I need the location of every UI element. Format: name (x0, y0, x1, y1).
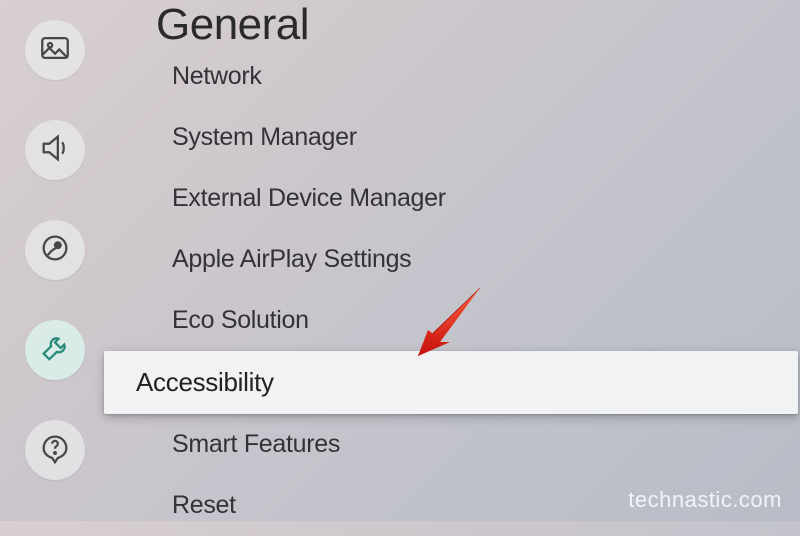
main-panel: General Network System Manager External … (110, 0, 800, 521)
speaker-icon (38, 131, 72, 170)
satellite-icon (38, 231, 72, 270)
sidebar-item-general[interactable] (25, 320, 85, 380)
menu-item-smart-features[interactable]: Smart Features (110, 414, 800, 475)
menu-item-label: Accessibility (136, 367, 274, 397)
menu-item-external-device-manager[interactable]: External Device Manager (110, 168, 800, 229)
sidebar-item-broadcasting[interactable] (25, 220, 85, 280)
sidebar-item-support[interactable] (25, 420, 85, 480)
menu-item-system-manager[interactable]: System Manager (110, 107, 800, 168)
sidebar-item-picture[interactable] (25, 20, 85, 80)
support-icon (38, 431, 72, 470)
menu-item-label: Network (172, 62, 262, 90)
menu-item-label: System Manager (172, 123, 357, 151)
picture-icon (38, 31, 72, 70)
menu-item-label: Eco Solution (172, 306, 309, 334)
menu-item-label: External Device Manager (172, 184, 446, 212)
menu-item-label: Reset (172, 491, 236, 519)
sidebar-item-sound[interactable] (25, 120, 85, 180)
watermark: technastic.com (628, 487, 782, 513)
annotation-arrow (410, 282, 490, 362)
page-title: General (110, 0, 800, 50)
wrench-icon (38, 331, 72, 370)
menu-item-network[interactable]: Network (110, 54, 800, 107)
settings-sidebar (0, 0, 110, 521)
menu-item-label: Apple AirPlay Settings (172, 245, 411, 273)
menu-item-label: Smart Features (172, 430, 340, 458)
menu-item-apple-airplay-settings[interactable]: Apple AirPlay Settings (110, 229, 800, 290)
